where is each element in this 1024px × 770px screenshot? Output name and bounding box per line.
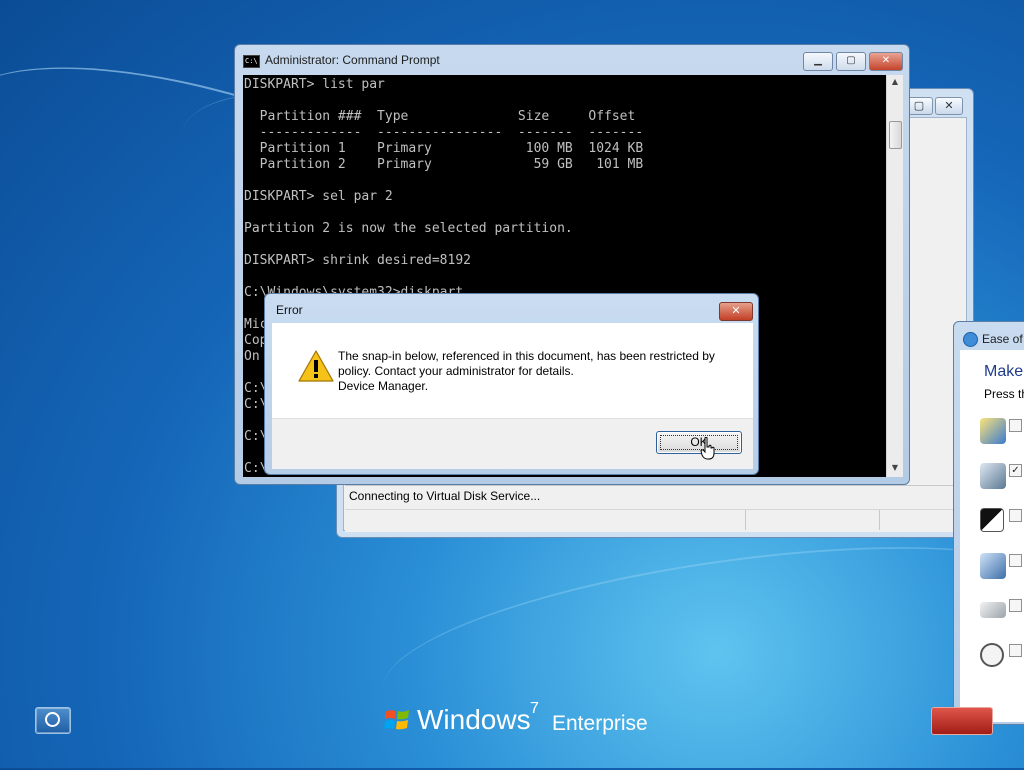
ease-of-access-body: Make Press th ✓ xyxy=(960,350,1024,722)
warning-icon xyxy=(298,350,334,382)
ease-of-access-button-icon xyxy=(45,712,60,727)
scroll-down-icon[interactable]: ▼ xyxy=(887,461,903,475)
close-button[interactable]: ✕ xyxy=(869,52,903,71)
mouse-cursor-icon xyxy=(700,437,715,460)
high-contrast-checkbox[interactable] xyxy=(1009,509,1022,522)
command-prompt-icon: C:\ xyxy=(243,55,260,68)
error-dialog-close-button[interactable]: ✕ xyxy=(719,302,753,321)
high-contrast-icon xyxy=(980,508,1004,532)
shut-down-button[interactable] xyxy=(931,707,993,735)
windows-logo-icon xyxy=(384,710,409,730)
ease-of-access-title: Ease of Access xyxy=(982,332,1024,346)
ease-of-access-button[interactable] xyxy=(35,707,71,734)
filter-keys-timer-checkbox[interactable] xyxy=(1009,644,1022,657)
ease-heading: Make xyxy=(984,363,1024,380)
narrator-checkbox[interactable] xyxy=(1009,419,1022,432)
magnifier-checkbox[interactable]: ✓ xyxy=(1009,464,1022,477)
back-window-close-button[interactable]: ✕ xyxy=(935,97,963,115)
sticky-keys-icon xyxy=(980,602,1006,618)
sticky-keys-checkbox[interactable] xyxy=(1009,599,1022,612)
desktop: { "cmd": { "title": "Administrator: Comm… xyxy=(0,0,1024,770)
error-dialog: Error ✕ The snap-in below, referenced in… xyxy=(264,293,759,475)
error-dialog-footer: OK xyxy=(272,418,753,469)
brand-edition: Enterprise xyxy=(552,712,648,735)
narrator-icon xyxy=(980,418,1006,444)
ease-of-access-icon xyxy=(963,332,978,347)
status-cell xyxy=(879,510,880,530)
error-message: The snap-in below, referenced in this do… xyxy=(338,349,715,393)
error-dialog-title: Error xyxy=(276,303,303,317)
ease-of-access-window: Ease of Access Make Press th ✓ xyxy=(953,321,1024,725)
minimize-button[interactable]: ▁ xyxy=(803,52,833,71)
status-bar-secondary xyxy=(345,509,963,532)
brand-windows: Windows xyxy=(417,704,531,735)
on-screen-keyboard-icon xyxy=(980,553,1006,579)
status-text: Connecting to Virtual Disk Service... xyxy=(349,489,541,503)
on-screen-keyboard-checkbox[interactable] xyxy=(1009,554,1022,567)
scroll-thumb[interactable] xyxy=(889,121,902,149)
scroll-up-icon[interactable]: ▲ xyxy=(887,75,903,89)
error-dialog-body: The snap-in below, referenced in this do… xyxy=(272,323,753,418)
console-scrollbar[interactable]: ▲ ▼ xyxy=(886,75,903,477)
maximize-button[interactable]: ▢ xyxy=(836,52,866,71)
focus-rectangle xyxy=(660,435,738,450)
command-prompt-icon-text: C:\ xyxy=(245,57,258,65)
status-bar: Connecting to Virtual Disk Service... xyxy=(345,485,963,508)
status-cell xyxy=(745,510,746,530)
magnifier-icon xyxy=(980,463,1006,489)
ease-subheading: Press th xyxy=(984,387,1024,401)
command-prompt-title: Administrator: Command Prompt xyxy=(265,53,440,67)
brand-version: 7 xyxy=(530,700,539,717)
ok-button[interactable]: OK xyxy=(656,431,742,454)
filter-keys-timer-icon xyxy=(980,643,1004,667)
